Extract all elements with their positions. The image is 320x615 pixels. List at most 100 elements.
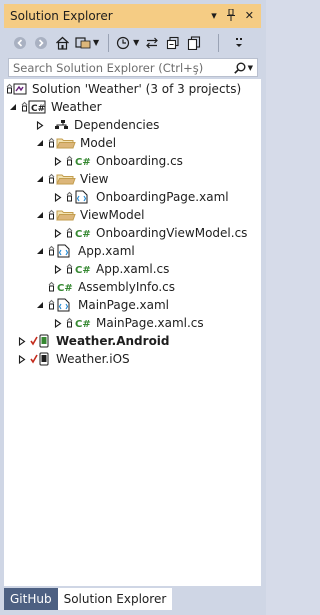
- solution-icon: [6, 82, 28, 96]
- forward-icon: [35, 36, 47, 49]
- tree-item-label: Onboarding.cs: [96, 154, 183, 168]
- csharp-file-icon: C#: [66, 262, 92, 276]
- tab-github[interactable]: GitHub: [4, 588, 58, 610]
- toolbar-separator: [108, 33, 110, 52]
- tree-item-file-onboarding-cs[interactable]: C# Onboarding.cs: [53, 152, 183, 170]
- pending-changes-dropdown-icon[interactable]: ▼: [133, 38, 139, 47]
- sync-icon: [146, 37, 159, 48]
- tree-item-file-onboardingpage-xaml[interactable]: OnboardingPage.xaml: [53, 188, 229, 206]
- expand-arrow-icon[interactable]: [17, 354, 27, 364]
- switch-views-dropdown-icon[interactable]: ▼: [93, 38, 99, 47]
- expand-arrow-icon[interactable]: [35, 120, 45, 130]
- tree-item-project-ios[interactable]: Weather.iOS: [17, 350, 130, 368]
- tree-item-dependencies[interactable]: Dependencies: [35, 116, 159, 134]
- switch-views-button[interactable]: [74, 34, 92, 52]
- tree-item-file-mainpage-xaml-cs[interactable]: C# MainPage.xaml.cs: [53, 314, 204, 332]
- close-button[interactable]: ✕: [245, 9, 254, 24]
- xaml-file-icon: [48, 298, 74, 312]
- csharp-file-icon: C#: [66, 316, 92, 330]
- csharp-file-icon: C#: [48, 280, 74, 294]
- back-button[interactable]: [11, 34, 29, 52]
- csharp-file-icon: C#: [66, 154, 92, 168]
- tree-item-label: Weather.iOS: [56, 352, 130, 366]
- android-project-icon: [30, 334, 52, 348]
- expand-arrow-icon[interactable]: [53, 156, 63, 166]
- tree-item-folder-model[interactable]: Model: [35, 134, 116, 152]
- sync-button[interactable]: [143, 34, 161, 52]
- folder-open-icon: [48, 172, 76, 186]
- title-bar[interactable]: Solution Explorer ▾ ✕: [4, 4, 261, 28]
- svg-text:C#: C#: [75, 157, 91, 168]
- show-all-files-icon: [188, 35, 201, 50]
- collapse-arrow-icon[interactable]: [8, 102, 18, 112]
- tree-item-label: OnboardingPage.xaml: [96, 190, 229, 204]
- tab-solution-explorer[interactable]: Solution Explorer: [57, 588, 173, 610]
- search-options[interactable]: ▼: [233, 62, 257, 74]
- tree-item-file-app-xaml-cs[interactable]: C# App.xaml.cs: [53, 260, 169, 278]
- toolbar-separator: [218, 33, 220, 52]
- tree-item-label: AssemblyInfo.cs: [78, 280, 176, 294]
- collapse-arrow-icon[interactable]: [35, 138, 45, 148]
- more-tools-button[interactable]: [230, 34, 248, 52]
- window-options-button[interactable]: ▾: [211, 9, 217, 24]
- tree-item-label: Weather: [51, 100, 102, 114]
- switch-views-icon: [75, 36, 91, 48]
- tree-item-label: Model: [80, 136, 117, 150]
- dependencies-icon: [54, 119, 70, 131]
- window-title: Solution Explorer: [10, 9, 113, 23]
- solution-explorer-window: Solution Explorer ▾ ✕ ▼ ▼ Search Solutio…: [0, 0, 266, 615]
- tree-item-label: Dependencies: [74, 118, 160, 132]
- home-icon: [55, 36, 69, 50]
- tree-item-project-android[interactable]: Weather.Android: [17, 332, 170, 350]
- collapse-arrow-icon[interactable]: [35, 174, 45, 184]
- folder-open-icon: [48, 136, 76, 150]
- xaml-file-icon: [66, 190, 92, 204]
- svg-text:C#: C#: [75, 319, 91, 330]
- tree-item-label: Weather.Android: [56, 334, 170, 348]
- collapse-all-icon: [167, 36, 179, 49]
- tree-item-file-onboardingviewmodel-cs[interactable]: C# OnboardingViewModel.cs: [53, 224, 247, 242]
- forward-button[interactable]: [32, 34, 50, 52]
- tree-item-label: MainPage.xaml.cs: [96, 316, 204, 330]
- tree-item-label: App.xaml: [78, 244, 135, 258]
- tree-item-file-mainpage-xaml[interactable]: MainPage.xaml: [35, 296, 169, 314]
- collapse-all-button[interactable]: [164, 34, 182, 52]
- collapse-arrow-icon[interactable]: [35, 210, 45, 220]
- chevron-down-icon[interactable]: ▼: [248, 64, 253, 72]
- xaml-file-icon: [48, 244, 74, 258]
- overflow-icon: [236, 37, 243, 47]
- pending-changes-filter-icon: [117, 36, 130, 49]
- svg-text:C#: C#: [31, 104, 45, 114]
- folder-open-icon: [48, 208, 76, 222]
- tree-item-label: Solution 'Weather' (3 of 3 projects): [32, 82, 242, 96]
- pin-button[interactable]: [226, 8, 236, 24]
- show-all-files-button[interactable]: [185, 34, 203, 52]
- expand-arrow-icon[interactable]: [17, 336, 27, 346]
- expand-arrow-icon[interactable]: [53, 192, 63, 202]
- expand-arrow-icon[interactable]: [53, 318, 63, 328]
- csharp-project-icon: C#: [21, 100, 47, 114]
- search-input[interactable]: Search Solution Explorer (Ctrl+ş) ▼: [8, 58, 258, 77]
- csharp-file-icon: C#: [66, 226, 92, 240]
- tree-item-file-assemblyinfo-cs[interactable]: C# AssemblyInfo.cs: [48, 278, 175, 296]
- svg-text:C#: C#: [57, 283, 73, 294]
- tree-item-file-app-xaml[interactable]: App.xaml: [35, 242, 135, 260]
- tree-item-project-weather[interactable]: C# Weather: [8, 98, 102, 116]
- pending-changes-filter-button[interactable]: [114, 34, 132, 52]
- tree-item-label: MainPage.xaml: [78, 298, 169, 312]
- bottom-tabs: GitHub Solution Explorer: [4, 588, 261, 610]
- collapse-arrow-icon[interactable]: [35, 246, 45, 256]
- expand-arrow-icon[interactable]: [53, 228, 63, 238]
- tree-item-folder-viewmodel[interactable]: ViewModel: [35, 206, 145, 224]
- tree-item-folder-view[interactable]: View: [35, 170, 108, 188]
- tree-item-solution[interactable]: Solution 'Weather' (3 of 3 projects): [6, 80, 241, 98]
- expand-arrow-icon[interactable]: [53, 264, 63, 274]
- solution-tree: Solution 'Weather' (3 of 3 projects) C# …: [4, 79, 261, 586]
- home-button[interactable]: [53, 34, 71, 52]
- ios-project-icon: [30, 352, 52, 366]
- tree-item-label: View: [80, 172, 109, 186]
- collapse-arrow-icon[interactable]: [35, 300, 45, 310]
- search-icon: [233, 62, 246, 74]
- toolbar: ▼ ▼: [4, 28, 261, 57]
- search-placeholder: Search Solution Explorer (Ctrl+ş): [13, 60, 204, 75]
